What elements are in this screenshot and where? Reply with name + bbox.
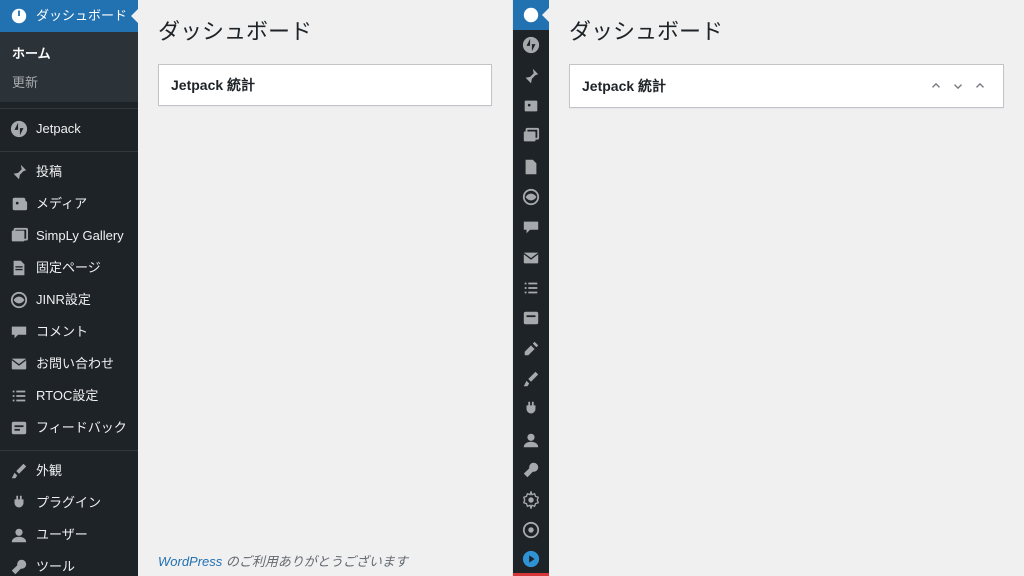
menu-rtoc-label: RTOC設定 bbox=[36, 387, 98, 405]
menu-users[interactable]: ユーザー bbox=[0, 519, 138, 551]
menu-eyedrop[interactable] bbox=[513, 333, 549, 363]
menu-posts[interactable]: 投稿 bbox=[0, 156, 138, 188]
page-title: ダッシュボード bbox=[138, 0, 512, 56]
menu-jinr[interactable]: JINR設定 bbox=[0, 284, 138, 316]
menu-appearance-label: 外観 bbox=[36, 462, 62, 480]
menu-rtoc[interactable]: RTOC設定 bbox=[0, 380, 138, 412]
menu-media[interactable] bbox=[513, 91, 549, 121]
brush-icon bbox=[10, 462, 28, 480]
menu-dashboard[interactable] bbox=[513, 0, 549, 30]
widget-move-up-icon[interactable] bbox=[925, 75, 947, 97]
menu-jinr[interactable] bbox=[513, 182, 549, 212]
widget-header[interactable]: Jetpack 統計 bbox=[159, 65, 491, 105]
menu-pages[interactable] bbox=[513, 152, 549, 182]
content-area: ダッシュボード Jetpack 統計 bbox=[549, 0, 1024, 576]
menu-contact-label: お問い合わせ bbox=[36, 355, 114, 373]
pin-icon bbox=[10, 163, 28, 181]
menu-updraftplus[interactable] bbox=[513, 515, 549, 545]
tool-icon bbox=[10, 558, 28, 576]
content-area: ダッシュボード Jetpack 統計 WordPress のご利用ありがとうござ… bbox=[138, 0, 512, 576]
menu-dashboard-label: ダッシュボード bbox=[36, 7, 127, 25]
menu-feedback-label: フィードバック bbox=[36, 419, 127, 437]
menu-settings[interactable] bbox=[513, 485, 549, 515]
menu-play[interactable] bbox=[513, 546, 549, 576]
widget-move-down-icon[interactable] bbox=[947, 75, 969, 97]
footer-wordpress-link[interactable]: WordPress bbox=[158, 554, 222, 569]
menu-comments[interactable] bbox=[513, 212, 549, 242]
menu-rtoc[interactable] bbox=[513, 273, 549, 303]
page-icon bbox=[10, 259, 28, 277]
menu-plugins[interactable] bbox=[513, 394, 549, 424]
list-icon bbox=[10, 387, 28, 405]
jetpack-stats-widget: Jetpack 統計 bbox=[569, 64, 1004, 108]
mail-icon bbox=[10, 355, 28, 373]
menu-users[interactable] bbox=[513, 424, 549, 454]
menu-simply-gallery[interactable]: SimpLy Gallery bbox=[0, 220, 138, 252]
menu-media[interactable]: メディア bbox=[0, 188, 138, 220]
comment-icon bbox=[10, 323, 28, 341]
menu-pages-label: 固定ページ bbox=[36, 259, 101, 277]
submenu-home[interactable]: ホーム bbox=[0, 38, 138, 67]
widget-title: Jetpack 統計 bbox=[171, 75, 255, 95]
menu-comments-label: コメント bbox=[36, 323, 88, 341]
menu-jetpack[interactable] bbox=[513, 30, 549, 60]
widget-toggle-icon[interactable] bbox=[969, 75, 991, 97]
menu-tools[interactable]: ツール bbox=[0, 551, 138, 576]
menu-appearance[interactable]: 外観 bbox=[0, 455, 138, 487]
plugin-icon bbox=[10, 494, 28, 512]
admin-sidebar: ダッシュボード ホーム 更新 Jetpack 投稿 メディア SimpLy Ga… bbox=[0, 0, 138, 576]
feedback-icon bbox=[10, 419, 28, 437]
menu-simply-gallery-label: SimpLy Gallery bbox=[36, 227, 124, 245]
menu-jinr-label: JINR設定 bbox=[36, 291, 91, 309]
footer-text: のご利用ありがとうございます bbox=[222, 554, 408, 569]
dashboard-icon bbox=[10, 7, 28, 25]
media-icon bbox=[10, 195, 28, 213]
admin-sidebar-collapsed bbox=[513, 0, 549, 576]
menu-jetpack-label: Jetpack bbox=[36, 120, 81, 138]
user-icon bbox=[10, 526, 28, 544]
menu-posts-label: 投稿 bbox=[36, 163, 62, 181]
menu-media-label: メディア bbox=[36, 195, 87, 213]
menu-appearance[interactable] bbox=[513, 364, 549, 394]
menu-tools[interactable] bbox=[513, 455, 549, 485]
menu-comments[interactable]: コメント bbox=[0, 316, 138, 348]
menu-dashboard[interactable]: ダッシュボード bbox=[0, 0, 138, 32]
widget-header[interactable]: Jetpack 統計 bbox=[570, 65, 1003, 107]
widget-title: Jetpack 統計 bbox=[582, 76, 666, 96]
menu-tools-label: ツール bbox=[36, 558, 75, 576]
jetpack-stats-widget: Jetpack 統計 bbox=[158, 64, 492, 106]
menu-contact[interactable] bbox=[513, 243, 549, 273]
menu-plugins[interactable]: プラグイン bbox=[0, 487, 138, 519]
menu-feedback[interactable]: フィードバック bbox=[0, 412, 138, 444]
jetpack-icon bbox=[10, 120, 28, 138]
menu-users-label: ユーザー bbox=[36, 526, 88, 544]
menu-jetpack[interactable]: Jetpack bbox=[0, 113, 138, 145]
menu-posts[interactable] bbox=[513, 61, 549, 91]
menu-feedback[interactable] bbox=[513, 303, 549, 333]
menu-plugins-label: プラグイン bbox=[36, 494, 101, 512]
menu-gallery[interactable] bbox=[513, 121, 549, 151]
jinr-icon bbox=[10, 291, 28, 309]
menu-contact[interactable]: お問い合わせ bbox=[0, 348, 138, 380]
gallery-icon bbox=[10, 227, 28, 245]
menu-pages[interactable]: 固定ページ bbox=[0, 252, 138, 284]
submenu-dashboard: ホーム 更新 bbox=[0, 32, 138, 102]
page-title: ダッシュボード bbox=[549, 0, 1024, 56]
submenu-updates[interactable]: 更新 bbox=[0, 67, 138, 96]
admin-footer: WordPress のご利用ありがとうございます bbox=[138, 545, 512, 576]
